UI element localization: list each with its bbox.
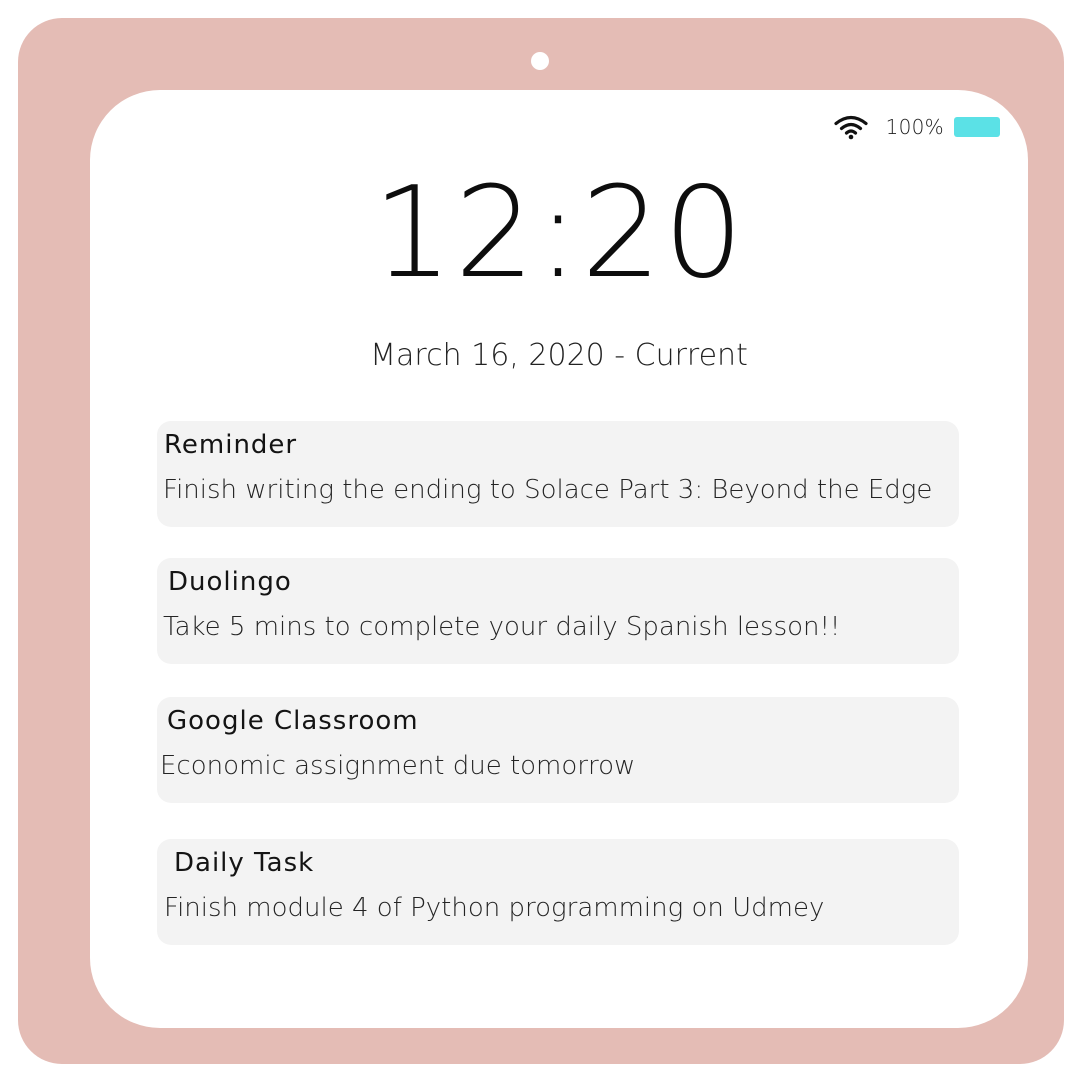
notification-title: Reminder [164,430,298,460]
notification-body: Economic assignment due tomorrow [160,751,636,781]
notification-body: Finish module 4 of Python programming on… [164,893,825,923]
battery-icon [954,117,1000,137]
status-bar: 100% [834,114,1000,140]
front-camera [531,52,549,70]
notification-title: Daily Task [174,848,315,878]
notification-body: Take 5 mins to complete your daily Spani… [163,612,841,642]
notification-google-classroom[interactable]: Google Classroom Economic assignment due… [157,697,959,803]
battery-percent: 100% [885,115,944,139]
date-label: March 16, 2020 - Current [370,338,748,373]
notification-duolingo[interactable]: Duolingo Take 5 mins to complete your da… [157,558,959,664]
notification-daily-task[interactable]: Daily Task Finish module 4 of Python pro… [157,839,959,945]
notification-reminder[interactable]: Reminder Finish writing the ending to So… [157,421,959,527]
tablet-frame: 100% 12:20 March 16, 2020 - Current Remi… [18,18,1064,1064]
notification-body: Finish writing the ending to Solace Part… [163,475,933,505]
notification-title: Duolingo [168,567,292,597]
notification-title: Google Classroom [167,706,419,736]
clock-time: 12:20 [372,159,746,306]
lock-screen: 100% 12:20 March 16, 2020 - Current Remi… [90,90,1028,1028]
wifi-icon [834,115,868,140]
